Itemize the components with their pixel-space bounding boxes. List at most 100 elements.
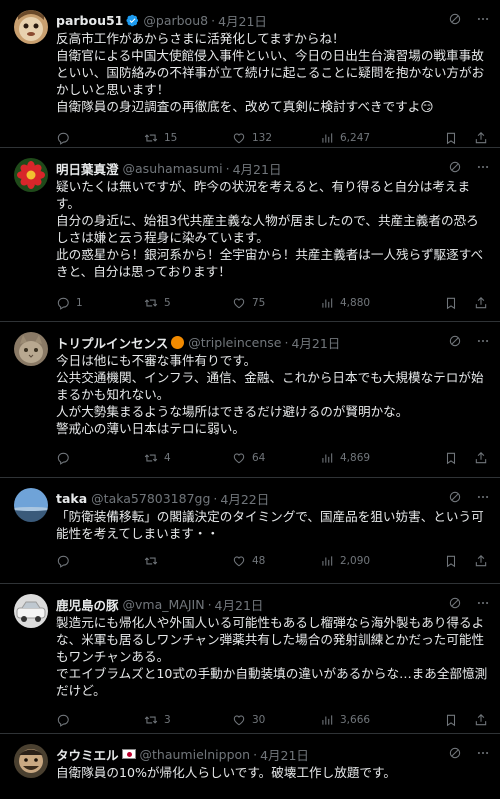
- avatar[interactable]: [14, 744, 48, 778]
- grok-icon[interactable]: [448, 334, 462, 348]
- tweet-actions: 48 2,090: [56, 546, 488, 576]
- grok-icon[interactable]: [448, 160, 462, 174]
- views-count: 2,090: [340, 555, 371, 567]
- tweet-line: 自衛隊員の身辺調査の再徹底を、改めて真剣に検討すべきですよ😏: [56, 99, 434, 114]
- reply-button[interactable]: 1: [56, 296, 144, 310]
- repost-button[interactable]: 5: [144, 296, 232, 310]
- tweet-line: 反高市工作があからさまに活発化してますからね！: [56, 31, 345, 46]
- timestamp[interactable]: 4月22日: [220, 489, 269, 508]
- timestamp[interactable]: 4月21日: [291, 333, 340, 352]
- share-icon[interactable]: [474, 296, 488, 310]
- avatar[interactable]: [14, 594, 48, 628]
- display-name[interactable]: タウミエル: [56, 745, 119, 764]
- display-name[interactable]: taka: [56, 491, 87, 506]
- like-button[interactable]: 64: [232, 451, 320, 465]
- heart-icon: [233, 715, 245, 726]
- repost-button[interactable]: [144, 554, 232, 568]
- reply-button[interactable]: [56, 554, 144, 568]
- repost-count: 4: [164, 452, 171, 464]
- repost-count: 15: [164, 132, 178, 144]
- repost-button[interactable]: 15: [144, 131, 232, 145]
- like-button[interactable]: 75: [232, 296, 320, 310]
- views-button[interactable]: 6,247: [320, 131, 430, 145]
- bookmark-icon[interactable]: [444, 713, 458, 727]
- more-icon[interactable]: [476, 160, 490, 174]
- more-icon[interactable]: [476, 596, 490, 610]
- avatar[interactable]: [14, 332, 48, 366]
- timestamp[interactable]: 4月21日: [215, 595, 264, 614]
- bookmark-icon[interactable]: [444, 296, 458, 310]
- views-chart-icon: [322, 556, 333, 566]
- display-name[interactable]: 鹿児島の豚: [56, 595, 119, 614]
- user-handle[interactable]: @parbou8: [143, 13, 208, 28]
- tweet-text: 製造元にも帰化人や外国人いる可能性もあるし榴弾なら海外製もあり得るよな、米軍も居…: [56, 614, 488, 699]
- avatar[interactable]: [14, 10, 48, 44]
- heart-icon: [233, 556, 245, 567]
- views-button[interactable]: 3,666: [320, 713, 430, 727]
- tweet[interactable]: taka @taka57803187gg · 4月22日 「防衛装備移転」の閣議…: [0, 478, 500, 584]
- views-chart-icon: [322, 453, 333, 463]
- user-handle[interactable]: @vma_MAJIN: [123, 597, 205, 612]
- timestamp[interactable]: 4月21日: [233, 159, 282, 178]
- more-icon[interactable]: [476, 334, 490, 348]
- tweet-line: 公共交通機関、インフラ、通信、金融、これから日本でも大規模なテロが始まるかも知れ…: [56, 370, 484, 402]
- views-button[interactable]: 4,880: [320, 296, 430, 310]
- display-name[interactable]: 明日葉真澄: [56, 159, 119, 178]
- grok-icon[interactable]: [448, 596, 462, 610]
- views-count: 3,666: [340, 714, 371, 726]
- views-button[interactable]: 4,869: [320, 451, 430, 465]
- grok-icon[interactable]: [448, 746, 462, 760]
- timestamp[interactable]: 4月21日: [260, 745, 309, 764]
- timestamp[interactable]: 4月21日: [218, 11, 267, 30]
- user-handle[interactable]: @thaumielnippon: [140, 747, 251, 762]
- tweet[interactable]: トリプルインセンス @tripleincense · 4月21日 今日は他にも不…: [0, 322, 500, 478]
- user-handle[interactable]: @taka57803187gg: [91, 491, 210, 506]
- japan-flag-icon: [121, 749, 136, 759]
- grok-icon[interactable]: [448, 12, 462, 26]
- display-name[interactable]: parbou51: [56, 13, 123, 28]
- avatar[interactable]: [14, 158, 48, 192]
- bookmark-icon[interactable]: [444, 554, 458, 568]
- separator-dot: ·: [253, 746, 258, 762]
- views-button[interactable]: 2,090: [320, 554, 430, 568]
- share-icon[interactable]: [474, 451, 488, 465]
- more-icon[interactable]: [476, 12, 490, 26]
- like-count: 75: [252, 297, 266, 309]
- repost-button[interactable]: 3: [144, 713, 232, 727]
- more-icon[interactable]: [476, 746, 490, 760]
- tweet-content: parbou51 @parbou8 · 4月21日 反高市工作があからさまに活発…: [56, 10, 488, 147]
- like-button[interactable]: 30: [232, 713, 320, 727]
- repost-button[interactable]: 4: [144, 451, 232, 465]
- tweet-actions: 3 30 3,666: [56, 705, 488, 735]
- like-button[interactable]: 48: [232, 554, 320, 568]
- reply-icon: [57, 714, 69, 727]
- more-icon[interactable]: [476, 490, 490, 504]
- bookmark-icon[interactable]: [444, 451, 458, 465]
- tweet-line: でエイブラムズと10式の手動か自動装填の違いがあるからな…まあ全部憶測だけど。: [56, 666, 488, 698]
- display-name[interactable]: トリプルインセンス: [56, 333, 168, 352]
- reply-button[interactable]: [56, 451, 144, 465]
- separator-dot: ·: [207, 596, 212, 612]
- avatar[interactable]: [14, 488, 48, 522]
- tweet-end-actions: [444, 131, 488, 145]
- tweet-line: 此の惑星から！銀河系から！全宇宙から！共産主義者は一人残らず駆逐すべきと、自分は…: [56, 247, 484, 279]
- reply-button[interactable]: [56, 131, 144, 145]
- tweet[interactable]: 鹿児島の豚 @vma_MAJIN · 4月21日 製造元にも帰化人や外国人いる可…: [0, 584, 500, 734]
- bookmark-icon[interactable]: [444, 131, 458, 145]
- share-icon[interactable]: [474, 713, 488, 727]
- grok-icon[interactable]: [448, 490, 462, 504]
- tweet-line: 今日は他にも不審な事件有りです。: [56, 353, 257, 368]
- tweet-line: 疑いたくは無いですが、昨今の状況を考えると、有り得ると自分は考えます。: [56, 179, 471, 211]
- tweet-content: 明日葉真澄 @asuhamasumi · 4月21日 疑いたくは無いですが、昨今…: [56, 158, 488, 321]
- tweet[interactable]: タウミエル @thaumielnippon · 4月21日 自衛隊員の10%が帰…: [0, 734, 500, 799]
- user-handle[interactable]: @asuhamasumi: [123, 161, 223, 176]
- tweet-line: 人が大勢集まるような場所はできるだけ避けるのが賢明かな。: [56, 404, 409, 419]
- share-icon[interactable]: [474, 131, 488, 145]
- user-handle[interactable]: @tripleincense: [188, 335, 281, 350]
- like-button[interactable]: 132: [232, 131, 320, 145]
- tweet[interactable]: 明日葉真澄 @asuhamasumi · 4月21日 疑いたくは無いですが、昨今…: [0, 148, 500, 322]
- tweet[interactable]: parbou51 @parbou8 · 4月21日 反高市工作があからさまに活発…: [0, 0, 500, 148]
- reply-button[interactable]: [56, 713, 144, 727]
- tweet-line: 自衛隊員の10%が帰化人らしいです。破壊工作し放題です。: [56, 765, 396, 780]
- share-icon[interactable]: [474, 554, 488, 568]
